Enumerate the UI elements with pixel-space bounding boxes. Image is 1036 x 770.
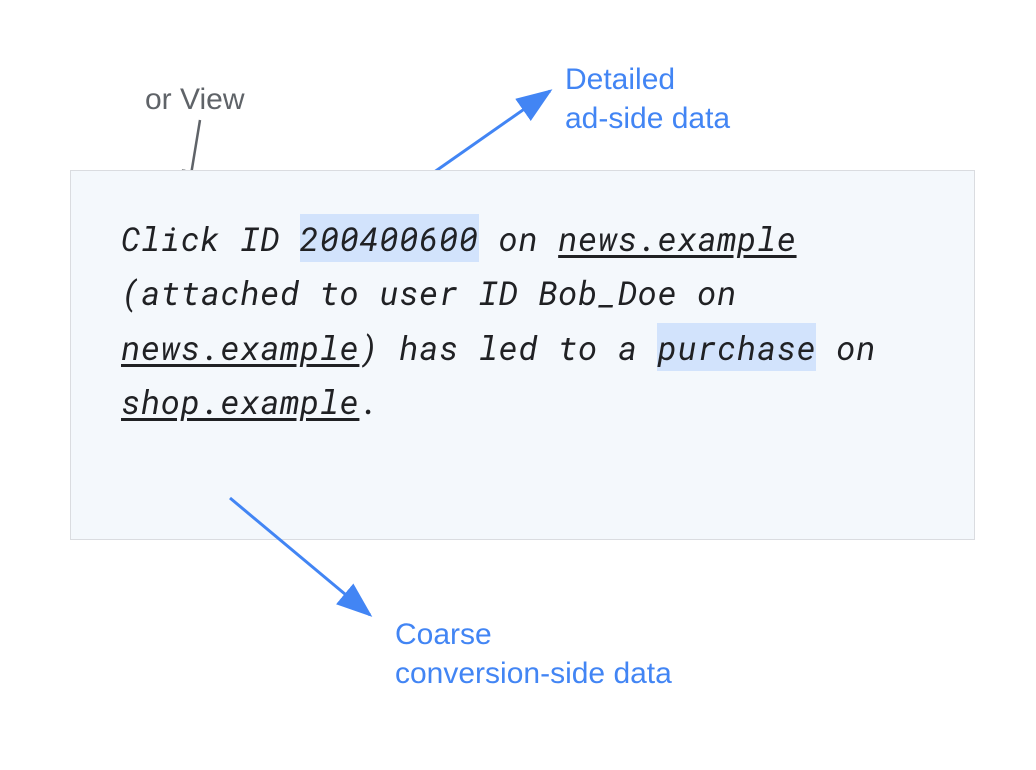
domain-news-2: news.example: [121, 325, 359, 369]
highlight-purchase: purchase: [657, 323, 816, 371]
domain-news-1: news.example: [558, 216, 796, 260]
text-part-1: Click ID: [121, 216, 300, 260]
text-part-4: ) has led to a: [359, 325, 657, 369]
highlight-click-id: 200400600: [300, 214, 479, 262]
annotation-coarse-line2: conversion-side data: [395, 657, 672, 690]
text-part-5: on: [816, 325, 876, 369]
text-part-6: .: [359, 379, 379, 423]
annotation-detailed-line2: ad-side data: [565, 102, 730, 135]
annotation-coarse: Coarse conversion-side data: [395, 615, 672, 693]
content-box: Click ID 200400600 on news.example (atta…: [70, 170, 975, 540]
text-part-3: (attached to user ID Bob_Doe on: [121, 270, 737, 314]
domain-shop: shop.example: [121, 379, 359, 423]
text-part-2: on: [479, 216, 558, 260]
annotation-detailed-line1: Detailed: [565, 63, 675, 96]
annotation-coarse-line1: Coarse: [395, 618, 492, 651]
content-text: Click ID 200400600 on news.example (atta…: [121, 211, 924, 429]
annotation-detailed: Detailed ad-side data: [565, 60, 730, 138]
annotation-or-view: or View: [145, 80, 245, 119]
